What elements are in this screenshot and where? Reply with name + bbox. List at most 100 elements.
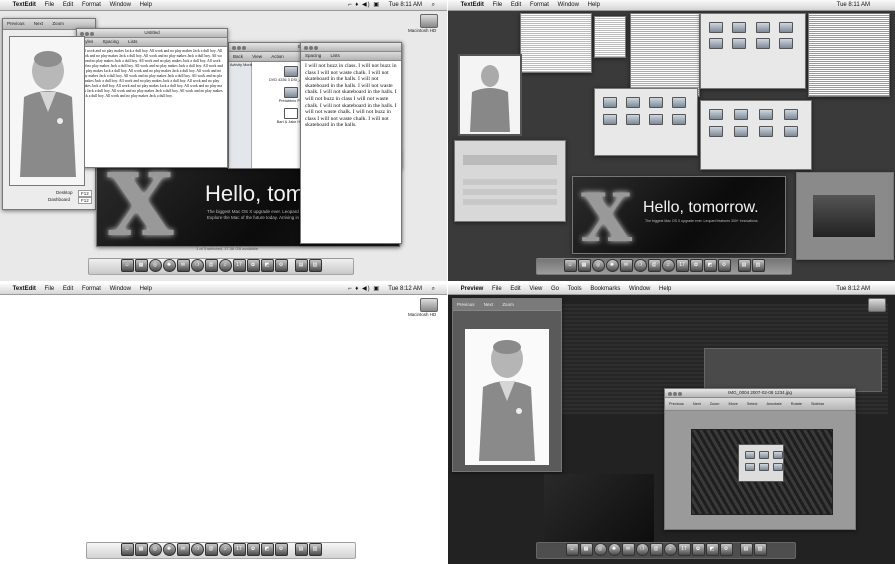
next-button[interactable]: Next [693,398,701,410]
menu-tools[interactable]: Tools [568,284,582,294]
mail-dock-icon[interactable]: ✉ [619,259,633,272]
expose-prefs-window[interactable] [454,140,566,222]
menu-window[interactable]: Window [558,0,579,10]
dashboard-key-popup[interactable]: F12 [78,197,92,204]
menu-format[interactable]: Format [82,0,101,10]
downloads-folder-icon[interactable]: ▤ [294,543,308,556]
downloads-folder-icon[interactable]: ▤ [737,259,751,272]
app-menu[interactable]: TextEdit [13,284,36,294]
dashboard-dock-icon[interactable]: ▦ [577,259,591,272]
expose-text-window-3[interactable] [594,16,626,58]
menu-format[interactable]: Format [82,284,101,294]
menu-file[interactable]: File [493,0,503,10]
address-book-dock-icon[interactable]: @ [204,543,218,556]
hard-drive-icon[interactable] [420,14,438,28]
finder-back-button[interactable]: Back [233,52,243,61]
safari-dock-icon[interactable]: ✺ [605,259,619,272]
menu-file[interactable]: File [45,284,55,294]
spacing-popup[interactable]: Spacing [103,38,119,46]
ical-dock-icon[interactable]: 17 [677,543,691,556]
lists-popup[interactable]: Lists [128,38,137,46]
expose-finder-window-3[interactable] [700,100,812,170]
next-button[interactable]: Next [484,299,493,310]
itunes-dock-icon[interactable]: ♫ [661,259,675,272]
select-button[interactable]: Select [747,398,758,410]
textedit-large-body[interactable]: I will not buzz in class. I will not buz… [301,61,401,243]
finder-dock-icon[interactable]: ☺ [120,259,134,272]
downloads-folder-icon[interactable]: ▤ [294,259,308,272]
expose-safari-window[interactable]: X Hello, tomorrow. The biggest Mac OS X … [572,176,786,254]
status-icons[interactable]: ⌐ ♦ ◀) ▣ [348,0,380,10]
preview-dock-icon[interactable]: ◩ [260,543,274,556]
menu-window[interactable]: Window [110,284,131,294]
menu-edit[interactable]: Edit [63,284,73,294]
preview-dock-icon[interactable]: ◩ [260,259,274,272]
safari-dock-icon[interactable]: ✺ [607,543,621,556]
dashboard-dock-icon[interactable]: ▦ [579,543,593,556]
mail-dock-icon[interactable]: ✉ [176,543,190,556]
prev-button[interactable]: Previous [7,19,25,29]
downloads-folder-icon[interactable]: ▤ [739,543,753,556]
dashboard-dock-icon[interactable]: ▦ [134,259,148,272]
zoom-button[interactable]: Zoom [710,398,720,410]
ichat-dock-icon[interactable]: ❍ [633,259,647,272]
menu-view[interactable]: View [529,284,542,294]
next-button[interactable]: Next [34,19,43,29]
ical-dock-icon[interactable]: 17 [232,259,246,272]
sidebar-button[interactable]: Sidebar [811,398,824,410]
iphoto-dock-icon[interactable]: ✿ [689,259,703,272]
expose-finder-window-1[interactable] [700,13,806,89]
menu-clock[interactable]: Tue 8:11 AM [837,0,870,10]
finder-view-button[interactable]: View [252,52,262,61]
itunes-dock-icon[interactable]: ♫ [218,543,232,556]
menu-help[interactable]: Help [140,0,152,10]
iphoto-dock-icon[interactable]: ✿ [246,259,260,272]
spotlight-icon[interactable]: ⌕ [432,284,435,294]
mail-dock-icon[interactable]: ✉ [176,259,190,272]
move-button[interactable]: Move [729,398,738,410]
system-preferences-dock-icon[interactable]: ⚙ [719,543,733,556]
dashboard-dock-icon[interactable]: ▦ [134,543,148,556]
menu-file[interactable]: File [492,284,502,294]
app-menu[interactable]: Preview [461,284,484,294]
iphoto-dock-icon[interactable]: ✿ [691,543,705,556]
menu-format[interactable]: Format [530,0,549,10]
ichat-dock-icon[interactable]: ❍ [635,543,649,556]
lists-popup[interactable]: Lists [331,52,340,60]
finder-dock-icon[interactable]: ☺ [120,543,134,556]
trash-icon[interactable]: ▥ [751,259,765,272]
menu-file[interactable]: File [45,0,55,10]
menu-edit[interactable]: Edit [511,0,521,10]
system-preferences-dock-icon[interactable]: ⚙ [717,259,731,272]
finder-action-button[interactable]: Action [271,52,284,61]
menu-help[interactable]: Help [659,284,671,294]
expose-text-window-4[interactable] [808,13,890,97]
menu-help[interactable]: Help [588,0,600,10]
mail-dock-icon[interactable]: ✉ [621,543,635,556]
ical-dock-icon[interactable]: 17 [232,543,246,556]
safari-dock-icon[interactable]: ✺ [162,543,176,556]
ichat-dock-icon[interactable]: ❍ [190,259,204,272]
expose-finder-window-2[interactable] [594,88,698,156]
spotlight-icon[interactable]: ⌕ [432,0,435,10]
status-icons[interactable]: ⌐ ♦ ◀) ▣ [348,284,380,294]
expose-photo-window[interactable] [458,54,522,136]
zoom-button[interactable]: Zoom [502,299,514,310]
annotate-button[interactable]: Annotate [766,398,781,410]
menu-bookmarks[interactable]: Bookmarks [590,284,620,294]
menu-go[interactable]: Go [551,284,559,294]
itunes-dock-icon[interactable]: ♫ [218,259,232,272]
itunes-dock-icon[interactable]: ♫ [663,543,677,556]
finder-dock-icon[interactable]: ☺ [563,259,577,272]
hard-drive-icon[interactable] [868,298,886,312]
menu-window[interactable]: Window [629,284,650,294]
iphoto-dock-icon[interactable]: ✿ [246,543,260,556]
expose-text-window-2[interactable] [630,13,700,97]
menu-clock[interactable]: Tue 8:12 AM [388,284,422,294]
trash-icon[interactable]: ▥ [308,259,322,272]
finder-dock-icon[interactable]: ☺ [565,543,579,556]
rotate-button[interactable]: Rotate [791,398,802,410]
app-menu[interactable]: TextEdit [13,0,36,10]
dashboard-round-icon[interactable]: ◎ [148,259,162,272]
menu-edit[interactable]: Edit [510,284,520,294]
